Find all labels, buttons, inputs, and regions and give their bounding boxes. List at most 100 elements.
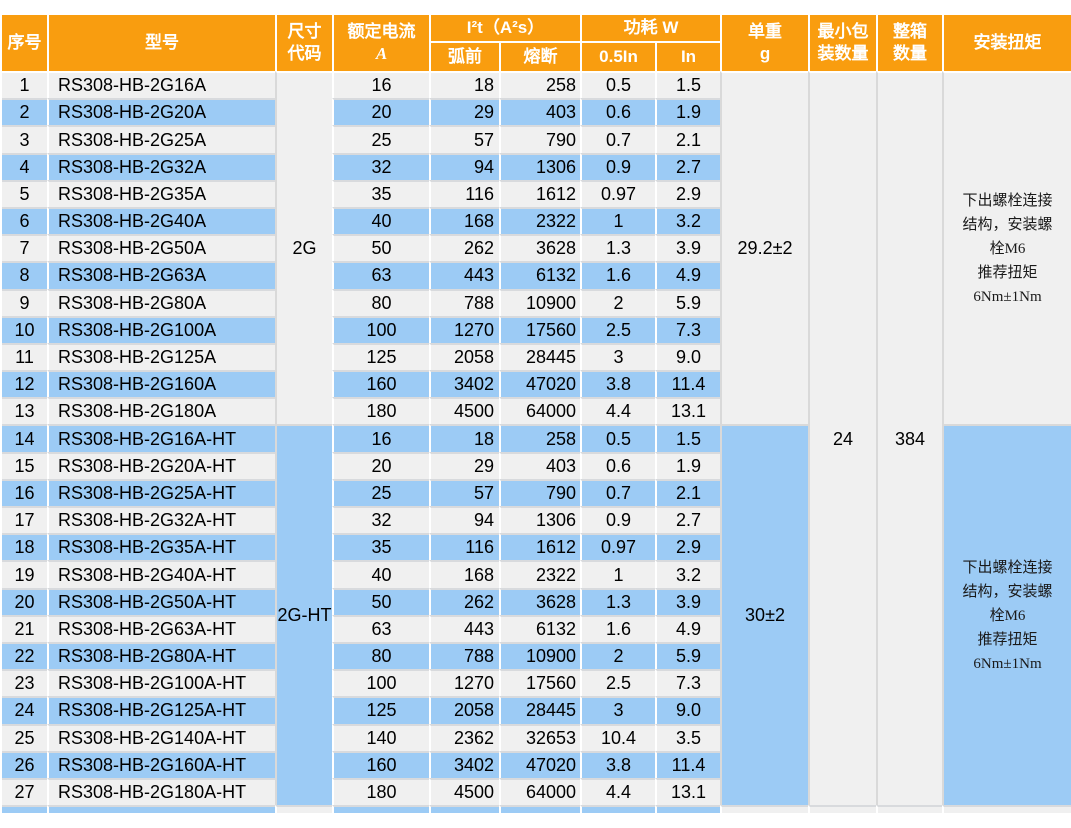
cell-serial: 9: [2, 289, 47, 316]
cell-model: RS308-HB-2G140A-HT: [47, 724, 275, 751]
cell-i2t-prearc: 262: [429, 234, 499, 261]
cell-serial: 8: [2, 261, 47, 288]
cell-serial: 15: [2, 452, 47, 479]
header-power-group: 功耗 W: [580, 15, 720, 43]
header-unit-weight-label: 单重: [748, 22, 782, 41]
cell-i2t-melt: 64000: [499, 397, 580, 424]
cell-serial: 6: [2, 207, 47, 234]
cell-i2t-prearc: 1270: [429, 669, 499, 696]
cell-serial: 3: [2, 125, 47, 152]
cell-power-1in: 1.9: [655, 452, 720, 479]
cell-model: RS308-HB-2G125A-HT: [47, 696, 275, 723]
cell-i2t-prearc: 18: [429, 71, 499, 98]
cell-i2t-prearc: 2058: [429, 696, 499, 723]
cell-rated-current: 50: [332, 234, 429, 261]
cell-i2t-melt: 28445: [499, 343, 580, 370]
cell-power-05in: 3.8: [580, 751, 655, 778]
cell-power-05in: 1.6: [580, 261, 655, 288]
cell-rated-current: 32: [332, 506, 429, 533]
cell-power-05in: 2.5: [580, 669, 655, 696]
cell-rated-current: 63: [332, 261, 429, 288]
cell-i2t-prearc: 168: [429, 207, 499, 234]
cell-serial: 12: [2, 370, 47, 397]
cell-power-05in: 0.6: [580, 98, 655, 125]
cell-rated-current: 125: [332, 343, 429, 370]
cell-rated-current: 20: [332, 452, 429, 479]
header-rated-current-label: 额定电流: [348, 22, 416, 41]
cell-power-05in: 1.3: [580, 588, 655, 615]
partial-row-cell: [720, 805, 808, 813]
cell-rated-current: 80: [332, 642, 429, 669]
cell-serial: 7: [2, 234, 47, 261]
cell-power-05in: 1: [580, 207, 655, 234]
cell-model: RS308-HB-2G125A: [47, 343, 275, 370]
partial-row-cell: [47, 805, 275, 813]
cell-model: RS308-HB-2G180A-HT: [47, 778, 275, 805]
cell-serial: 18: [2, 533, 47, 560]
datasheet-page: 序号 型号 尺寸 代码 额定电流A I²t（A²s） 功耗 W 单重g 最小包 …: [0, 15, 1071, 828]
cell-i2t-prearc: 788: [429, 289, 499, 316]
cell-power-1in: 3.9: [655, 234, 720, 261]
table-body: 1RS308-HB-2G16A2G16182580.51.529.2±22438…: [2, 71, 1071, 813]
cell-serial: 17: [2, 506, 47, 533]
table-header: 序号 型号 尺寸 代码 额定电流A I²t（A²s） 功耗 W 单重g 最小包 …: [2, 15, 1071, 71]
header-power-1in: In: [655, 43, 720, 71]
cell-power-05in: 0.9: [580, 506, 655, 533]
cell-model: RS308-HB-2G100A-HT: [47, 669, 275, 696]
cell-power-1in: 2.9: [655, 180, 720, 207]
cell-i2t-prearc: 443: [429, 615, 499, 642]
cell-serial: 25: [2, 724, 47, 751]
cell-i2t-melt: 47020: [499, 751, 580, 778]
cell-serial: 22: [2, 642, 47, 669]
cell-i2t-melt: 17560: [499, 316, 580, 343]
cell-power-05in: 0.5: [580, 71, 655, 98]
cell-rated-current: 140: [332, 724, 429, 751]
cell-rated-current: 16: [332, 424, 429, 451]
cell-model: RS308-HB-2G80A-HT: [47, 642, 275, 669]
cell-power-1in: 13.1: [655, 397, 720, 424]
cell-serial: 1: [2, 71, 47, 98]
cell-i2t-melt: 3628: [499, 588, 580, 615]
cell-rated-current: 180: [332, 397, 429, 424]
cell-model: RS308-HB-2G40A: [47, 207, 275, 234]
cell-power-1in: 5.9: [655, 642, 720, 669]
cell-model: RS308-HB-2G63A-HT: [47, 615, 275, 642]
cell-power-1in: 2.1: [655, 479, 720, 506]
cell-model: RS308-HB-2G50A-HT: [47, 588, 275, 615]
cell-power-1in: 3.5: [655, 724, 720, 751]
cell-i2t-prearc: 116: [429, 180, 499, 207]
header-model: 型号: [47, 15, 275, 71]
cell-power-1in: 2.9: [655, 533, 720, 560]
cell-i2t-melt: 1612: [499, 180, 580, 207]
cell-power-1in: 3.2: [655, 207, 720, 234]
cell-model: RS308-HB-2G20A-HT: [47, 452, 275, 479]
cell-power-1in: 3.2: [655, 560, 720, 587]
cell-power-05in: 0.7: [580, 479, 655, 506]
cell-i2t-melt: 1612: [499, 533, 580, 560]
cell-i2t-melt: 1306: [499, 506, 580, 533]
cell-i2t-melt: 6132: [499, 615, 580, 642]
header-unit-weight-unit: g: [760, 44, 770, 63]
cell-model: RS308-HB-2G32A: [47, 153, 275, 180]
header-rated-current-unit: A: [376, 44, 387, 63]
cell-power-05in: 3: [580, 696, 655, 723]
cell-i2t-melt: 28445: [499, 696, 580, 723]
partial-row-cell: [429, 805, 499, 813]
cell-model: RS308-HB-2G16A: [47, 71, 275, 98]
cell-i2t-melt: 32653: [499, 724, 580, 751]
cell-rated-current: 80: [332, 289, 429, 316]
cell-serial: 11: [2, 343, 47, 370]
cell-model: RS308-HB-2G35A-HT: [47, 533, 275, 560]
cell-power-05in: 2.5: [580, 316, 655, 343]
cell-i2t-melt: 790: [499, 125, 580, 152]
cell-rated-current: 20: [332, 98, 429, 125]
cell-power-1in: 2.1: [655, 125, 720, 152]
cell-power-1in: 2.7: [655, 506, 720, 533]
cell-model: RS308-HB-2G50A: [47, 234, 275, 261]
header-prearc: 弧前: [429, 43, 499, 71]
cell-i2t-prearc: 4500: [429, 778, 499, 805]
cell-i2t-prearc: 29: [429, 452, 499, 479]
cell-serial: 20: [2, 588, 47, 615]
cell-power-1in: 13.1: [655, 778, 720, 805]
cell-torque-note: 下出螺栓连接结构，安装螺栓M6 推荐扭矩 6Nm±1Nm: [942, 424, 1071, 805]
